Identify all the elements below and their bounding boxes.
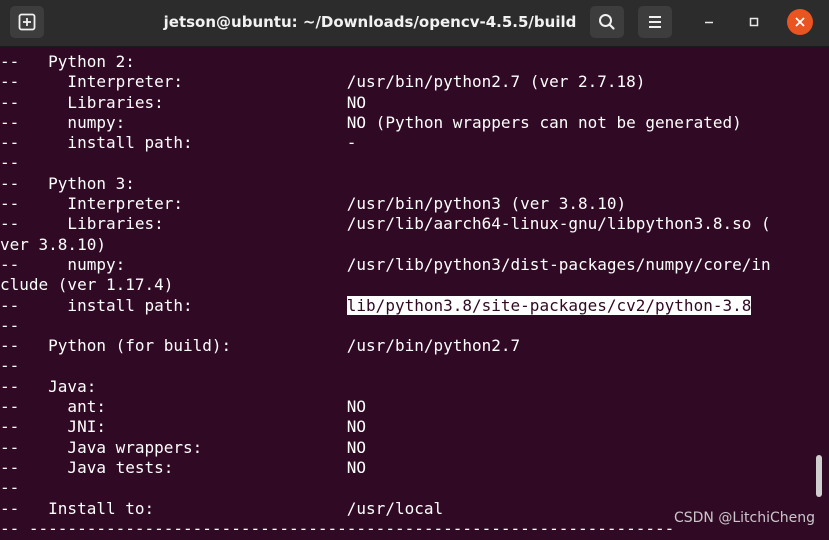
- terminal-line-text: -- Java:: [0, 376, 97, 396]
- new-tab-button[interactable]: [10, 6, 44, 38]
- terminal-line: -- install path: lib/python3.8/site-pack…: [0, 295, 812, 316]
- terminal-line: -- Java tests: NO: [0, 458, 812, 478]
- terminal-line: -- ant: NO: [0, 397, 812, 417]
- maximize-button[interactable]: [741, 9, 767, 35]
- minimize-button[interactable]: [696, 9, 722, 35]
- terminal-line: --: [0, 356, 812, 376]
- terminal-line: -- Java:: [0, 377, 812, 397]
- terminal-line-text: -- ant: NO: [0, 397, 367, 417]
- terminal-line: -- numpy: /usr/lib/python3/dist-packages…: [0, 255, 812, 275]
- terminal-line-text: ver 3.8.10): [0, 234, 106, 254]
- search-icon: [599, 14, 615, 30]
- terminal-line-text: -- Libraries: /usr/lib/aarch64-linux-gnu…: [0, 214, 771, 234]
- window-title: jetson@ubuntu: ~/Downloads/opencv-4.5.5/…: [163, 13, 577, 31]
- terminal-line-text: -- numpy: NO (Python wrappers can not be…: [0, 112, 742, 132]
- terminal-line-text: --: [0, 153, 20, 173]
- selected-text[interactable]: lib/python3.8/site-packages/cv2/python-3…: [346, 295, 752, 315]
- terminal-line-text: -- install path: -: [0, 133, 357, 153]
- minimize-icon: [705, 21, 713, 24]
- terminal-line-text: -- Libraries: NO: [0, 92, 367, 112]
- search-button[interactable]: [590, 6, 624, 38]
- terminal-line: -- JNI: NO: [0, 417, 812, 437]
- terminal-line-text: clude (ver 1.17.4): [0, 275, 174, 295]
- terminal-line-text: -- numpy: /usr/lib/python3/dist-packages…: [0, 254, 771, 274]
- watermark: CSDN @LitchiCheng: [673, 510, 815, 526]
- terminal-line: -- Interpreter: /usr/bin/python2.7 (ver …: [0, 72, 812, 92]
- terminal-line: --: [0, 153, 812, 173]
- terminal-line: -- Libraries: /usr/lib/aarch64-linux-gnu…: [0, 214, 812, 234]
- terminal-line: -- Python 3:: [0, 174, 812, 194]
- terminal-line-text: --: [0, 356, 20, 376]
- terminal-line-text: -- install path:: [0, 295, 347, 315]
- terminal-line: -- numpy: NO (Python wrappers can not be…: [0, 113, 812, 133]
- title-bar: jetson@ubuntu: ~/Downloads/opencv-4.5.5/…: [0, 0, 829, 47]
- terminal-line: -- install path: -: [0, 133, 812, 153]
- terminal-line-text: -- Python 3:: [0, 173, 135, 193]
- terminal-line-text: -- Python (for build): /usr/bin/python2.…: [0, 336, 521, 356]
- terminal-line: --: [0, 478, 812, 498]
- new-tab-icon: [18, 13, 36, 31]
- close-icon: [795, 17, 805, 27]
- scrollbar-thumb[interactable]: [816, 455, 822, 497]
- terminal-line: ver 3.8.10): [0, 235, 812, 255]
- terminal-line-text: -- Java tests: NO: [0, 457, 367, 477]
- terminal-line: -- Libraries: NO: [0, 93, 812, 113]
- menu-button[interactable]: [638, 6, 672, 38]
- terminal-line-text: -- Python 2:: [0, 52, 135, 71]
- hamburger-menu-icon: [649, 16, 661, 28]
- terminal-line-text: -- JNI: NO: [0, 417, 367, 437]
- terminal-line-text: -- -------------------------------------…: [0, 518, 675, 538]
- terminal-line: -- Interpreter: /usr/bin/python3 (ver 3.…: [0, 194, 812, 214]
- terminal-line-text: -- Interpreter: /usr/bin/python2.7 (ver …: [0, 72, 646, 92]
- close-button[interactable]: [787, 9, 813, 35]
- terminal-line: -- Java wrappers: NO: [0, 438, 812, 458]
- terminal-line: -- Python (for build): /usr/bin/python2.…: [0, 336, 812, 356]
- terminal-line-text: -- Interpreter: /usr/bin/python3 (ver 3.…: [0, 194, 627, 214]
- terminal-line-text: --: [0, 315, 20, 335]
- terminal-line: -- Python 2:: [0, 52, 812, 72]
- terminal-line-text: --: [0, 478, 20, 498]
- terminal-line: clude (ver 1.17.4): [0, 275, 812, 295]
- terminal-line-text: -- Java wrappers: NO: [0, 437, 367, 457]
- terminal-line: --: [0, 316, 812, 336]
- maximize-icon: [749, 17, 759, 27]
- terminal-output[interactable]: -- Python 2: -- Interpreter: /usr/bin/pyt…: [0, 52, 812, 540]
- terminal-line-text: -- Install to: /usr/local: [0, 498, 444, 518]
